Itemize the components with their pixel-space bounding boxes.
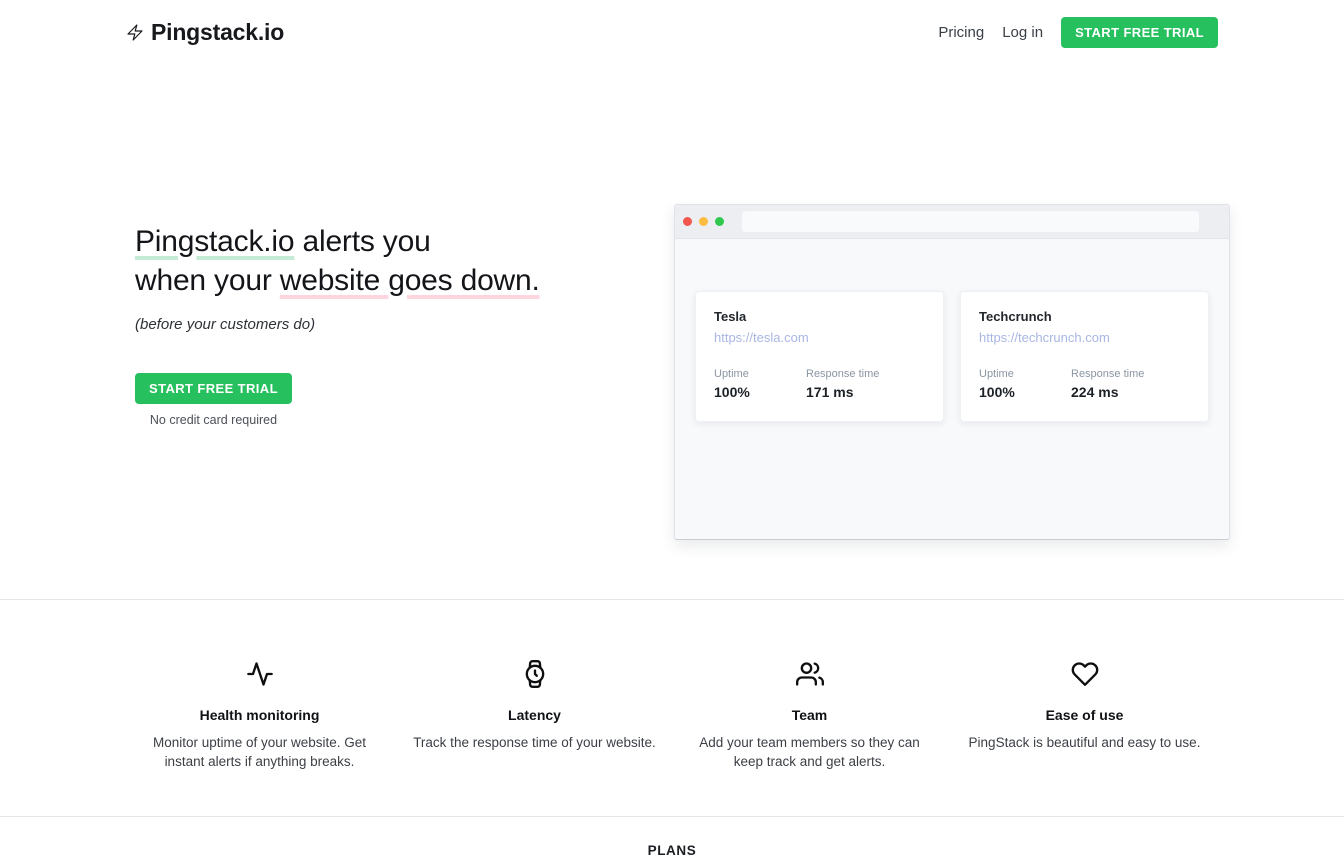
stat-value: 224 ms <box>1071 384 1144 400</box>
monitor-url: https://techcrunch.com <box>979 330 1190 345</box>
plans-section-label: PLANS <box>0 843 1344 858</box>
monitor-stats: Uptime 100% Response time 224 ms <box>979 368 1190 400</box>
traffic-light-zoom-icon <box>715 217 724 226</box>
stat-value: 100% <box>979 384 1047 400</box>
no-credit-card-note: No credit card required <box>135 413 292 427</box>
feature-description: Add your team members so they can keep t… <box>688 733 931 771</box>
stat-value: 171 ms <box>806 384 879 400</box>
feature-title: Latency <box>413 707 656 723</box>
hero-start-trial-button[interactable]: START FREE TRIAL <box>135 373 292 404</box>
activity-icon <box>138 660 381 688</box>
headline-highlight-pink: website goes down. <box>280 264 540 297</box>
zap-icon <box>126 22 144 43</box>
headline-highlight-green: Pingstack.io <box>135 225 294 258</box>
stat-label: Response time <box>1071 368 1144 380</box>
features-section: Health monitoring Monitor uptime of your… <box>0 599 1344 771</box>
monitor-name: Tesla <box>714 309 925 324</box>
hero-headline: Pingstack.io alerts you when your websit… <box>135 222 540 300</box>
stat-label: Uptime <box>979 368 1047 380</box>
feature-title: Health monitoring <box>138 707 381 723</box>
monitor-card-tesla: Tesla https://tesla.com Uptime 100% Resp… <box>695 291 944 422</box>
browser-titlebar <box>675 205 1229 239</box>
hero-section: Pingstack.io alerts you when your websit… <box>0 52 1344 599</box>
browser-address-bar <box>742 211 1199 232</box>
traffic-light-minimize-icon <box>699 217 708 226</box>
plans-section: PLANS <box>0 816 1344 858</box>
feature-health-monitoring: Health monitoring Monitor uptime of your… <box>122 660 397 771</box>
hero-copy: Pingstack.io alerts you when your websit… <box>135 222 540 429</box>
headline-text: when your <box>135 264 280 297</box>
traffic-light-close-icon <box>683 217 692 226</box>
response-time-stat: Response time 171 ms <box>806 368 879 400</box>
headline-text: alerts you <box>294 225 430 258</box>
monitor-name: Techcrunch <box>979 309 1190 324</box>
nav-pricing-link[interactable]: Pricing <box>938 24 984 41</box>
browser-mockup: Tesla https://tesla.com Uptime 100% Resp… <box>674 204 1230 540</box>
brand-name: Pingstack.io <box>151 19 284 46</box>
feature-description: Monitor uptime of your website. Get inst… <box>138 733 381 771</box>
brand-logo[interactable]: Pingstack.io <box>126 19 284 46</box>
feature-latency: Latency Track the response time of your … <box>397 660 672 771</box>
response-time-stat: Response time 224 ms <box>1071 368 1144 400</box>
feature-team: Team Add your team members so they can k… <box>672 660 947 771</box>
feature-description: PingStack is beautiful and easy to use. <box>963 733 1206 752</box>
heart-icon <box>963 660 1206 688</box>
monitor-stats: Uptime 100% Response time 171 ms <box>714 368 925 400</box>
monitor-url: https://tesla.com <box>714 330 925 345</box>
monitor-card-techcrunch: Techcrunch https://techcrunch.com Uptime… <box>960 291 1209 422</box>
header: Pingstack.io Pricing Log in START FREE T… <box>0 0 1344 52</box>
uptime-stat: Uptime 100% <box>714 368 782 400</box>
feature-title: Team <box>688 707 931 723</box>
feature-ease-of-use: Ease of use PingStack is beautiful and e… <box>947 660 1222 771</box>
monitor-dashboard: Tesla https://tesla.com Uptime 100% Resp… <box>675 239 1229 422</box>
users-icon <box>688 660 931 688</box>
watch-icon <box>413 660 656 688</box>
feature-description: Track the response time of your website. <box>413 733 656 752</box>
stat-value: 100% <box>714 384 782 400</box>
nav-login-link[interactable]: Log in <box>1002 24 1043 41</box>
stat-label: Uptime <box>714 368 782 380</box>
hero-cta-group: START FREE TRIAL No credit card required <box>135 373 292 427</box>
stat-label: Response time <box>806 368 879 380</box>
hero-subtext: (before your customers do) <box>135 316 540 333</box>
main-nav: Pricing Log in START FREE TRIAL <box>938 17 1218 48</box>
uptime-stat: Uptime 100% <box>979 368 1047 400</box>
nav-start-trial-button[interactable]: START FREE TRIAL <box>1061 17 1218 48</box>
feature-title: Ease of use <box>963 707 1206 723</box>
